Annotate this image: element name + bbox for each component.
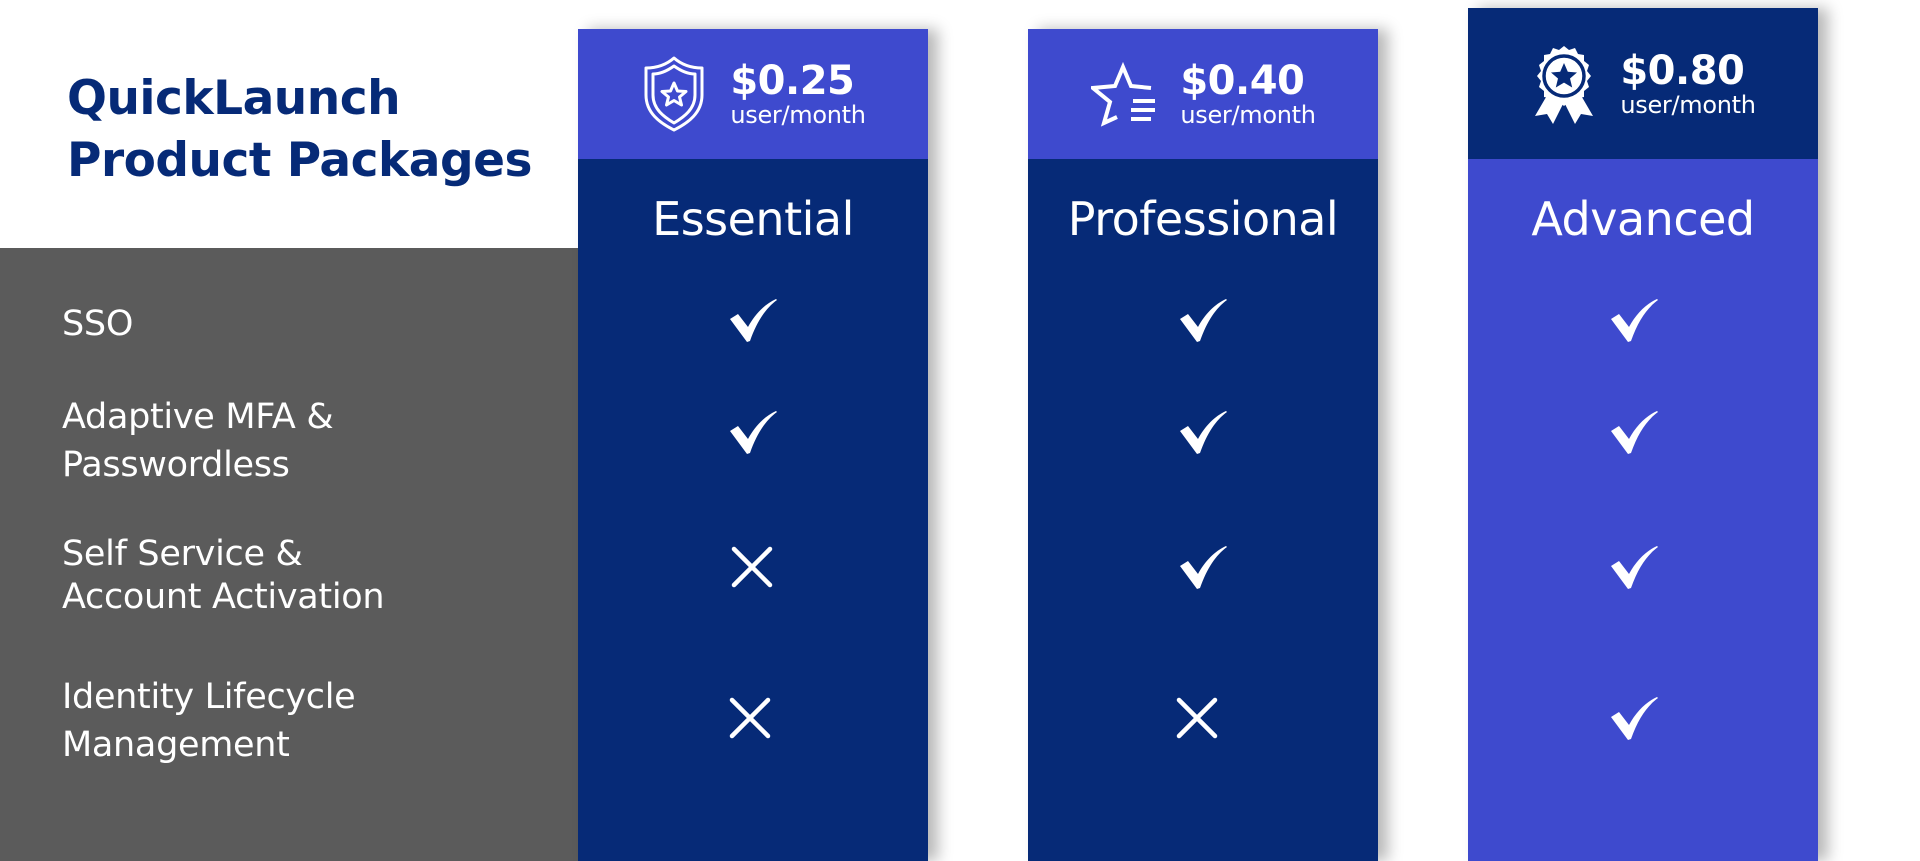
package-column-essential: $0.25 user/month Essential	[578, 29, 928, 861]
check-icon	[1604, 537, 1664, 597]
feature-list-panel: SSO Adaptive MFA & Passwordless Self Ser…	[0, 248, 578, 861]
title-line-2: Product Packages	[67, 133, 532, 188]
package-name: Advanced	[1531, 192, 1755, 246]
package-header: $0.25 user/month	[578, 29, 928, 159]
package-column-advanced: $0.80 user/month Advanced	[1468, 8, 1818, 861]
title-line-1: QuickLaunch	[67, 71, 401, 126]
feature-label-adaptive-mfa: Adaptive MFA & Passwordless	[62, 397, 334, 485]
check-icon	[1173, 537, 1233, 597]
price-unit: user/month	[730, 101, 866, 129]
package-header: $0.80 user/month	[1468, 8, 1818, 159]
feature-label-sso: SSO	[62, 304, 134, 344]
check-icon	[1173, 290, 1233, 350]
cross-icon	[722, 537, 782, 597]
check-icon	[1604, 402, 1664, 462]
check-icon	[1173, 402, 1233, 462]
star-list-icon	[1090, 54, 1158, 134]
page-title: QuickLaunch Product Packages	[67, 68, 532, 192]
cross-icon	[720, 688, 780, 748]
price: $0.40	[1180, 58, 1305, 104]
package-header: $0.40 user/month	[1028, 29, 1378, 159]
price-unit: user/month	[1620, 90, 1756, 119]
award-ribbon-icon	[1530, 44, 1598, 124]
package-column-professional: $0.40 user/month Professional	[1028, 29, 1378, 861]
feature-label-self-service: Self Service & Account Activation	[62, 534, 385, 617]
package-name: Professional	[1067, 192, 1339, 246]
check-icon	[1604, 290, 1664, 350]
check-icon	[723, 290, 783, 350]
check-icon	[1604, 688, 1664, 748]
feature-label-identity-lifecycle: Identity Lifecycle Management	[62, 677, 356, 765]
price: $0.25	[730, 58, 855, 104]
cross-icon	[1167, 688, 1227, 748]
check-icon	[723, 402, 783, 462]
shield-star-icon	[640, 54, 708, 134]
package-name: Essential	[652, 192, 854, 246]
price-unit: user/month	[1180, 101, 1316, 129]
price: $0.80	[1620, 47, 1745, 94]
